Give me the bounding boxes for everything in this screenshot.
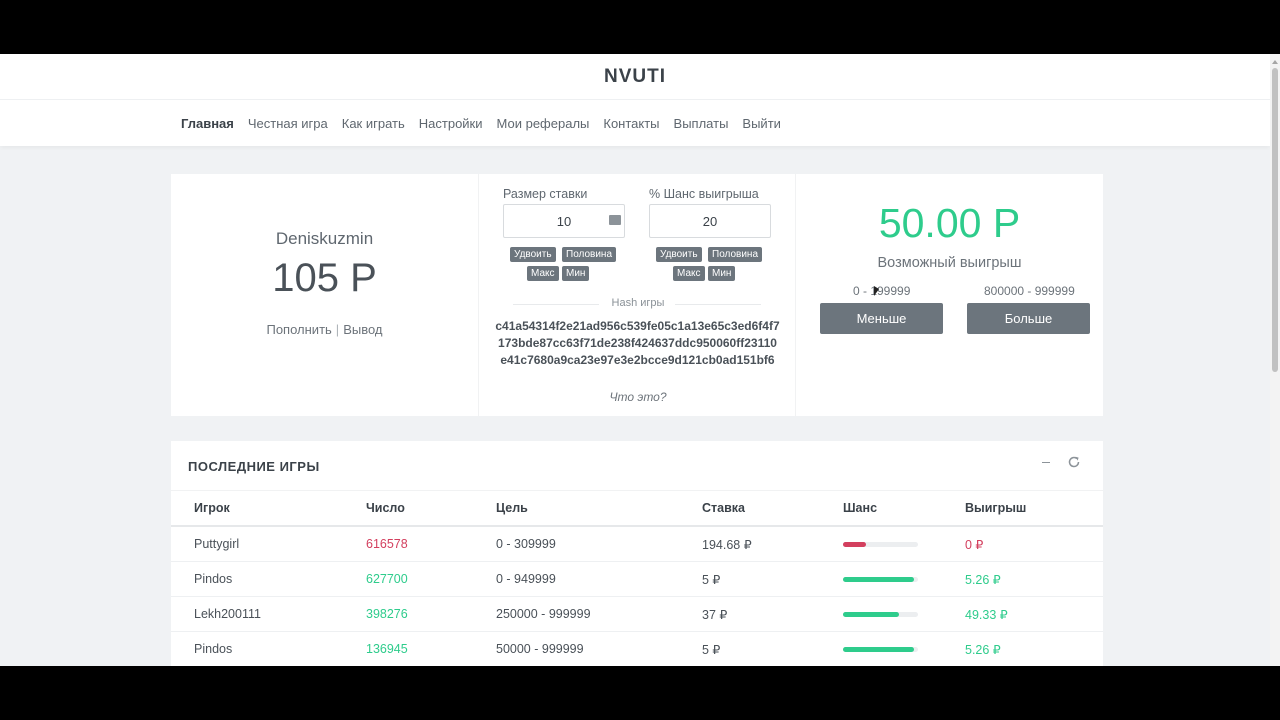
play-column: 50.00 Р Возможный выигрыш 0 - 199999 800… [796, 174, 1103, 416]
table-header: Игрок Число Цель Ставка Шанс Выигрыш [171, 490, 1103, 527]
withdraw-link[interactable]: Вывод [343, 322, 382, 337]
chance-bar-fill [843, 577, 915, 582]
col-win-header: Выигрыш [965, 501, 1027, 515]
link-separator: | [335, 322, 340, 337]
scroll-up-arrow-icon[interactable] [1272, 60, 1278, 64]
goal-cell: 0 - 309999 [496, 537, 556, 551]
range-low: 0 - 199999 [853, 284, 911, 298]
table-row: Lekh200111 398276 250000 - 999999 37 ₽ 49.33… [171, 597, 1103, 632]
col-goal-header: Цель [496, 501, 528, 515]
chance-half-button[interactable]: Половина [708, 247, 763, 262]
win-chance-label: % Шанс выигрыша [649, 187, 759, 201]
table-body: Puttygirl 616578 0 - 309999 194.68 ₽ 0 ₽ Pind… [171, 527, 1103, 666]
goal-cell: 50000 - 999999 [496, 642, 584, 656]
number-cell: 136945 [366, 642, 408, 656]
bet-max-button[interactable]: Макс [527, 266, 559, 281]
col-number-header: Число [366, 501, 405, 515]
table-row: Pindos 627700 0 - 949999 5 ₽ 5.26 ₽ [171, 562, 1103, 597]
chance-bar [843, 577, 918, 582]
hash-value: c41a54314f2e21ad956c539fe05c1a13e65c3ed6… [495, 319, 780, 367]
nav-items: Главная Честная игра Как играть Настройки Мо… [181, 100, 781, 146]
goal-cell: 250000 - 999999 [496, 607, 591, 621]
bet-cell: 37 ₽ [702, 608, 728, 622]
main-nav: Главная Честная игра Как играть Настройки Мо… [0, 100, 1270, 146]
mouse-cursor-icon [874, 286, 879, 296]
win-cell: 5.26 ₽ [965, 643, 1001, 657]
bet-column: Размер ставки % Шанс выигрыша Удвоить По… [478, 174, 796, 416]
refresh-icon[interactable] [1067, 455, 1081, 469]
range-high: 800000 - 999999 [984, 284, 1075, 298]
browser-viewport: NVUTI Главная Честная игра Как играть Настр… [0, 54, 1280, 666]
col-bet-header: Ставка [702, 501, 745, 515]
more-button[interactable]: Больше [967, 303, 1090, 334]
recent-games-table: Игрок Число Цель Ставка Шанс Выигрыш Put… [171, 490, 1103, 666]
scroll-thumb[interactable] [1272, 68, 1278, 372]
recent-games-panel: ПОСЛЕДНИЕ ИГРЫ Игрок Число Цель Ставка Ш… [171, 441, 1103, 666]
number-cell: 398276 [366, 607, 408, 621]
hash-title: Hash игры [611, 297, 665, 309]
col-chance-header: Шанс [843, 501, 878, 515]
game-panel: Deniskuzmin 105 Р Пополнить | Вывод Размер… [171, 174, 1103, 416]
username: Deniskuzmin [275, 229, 374, 248]
wallet-links: Пополнить | Вывод [171, 322, 478, 337]
bet-half-button[interactable]: Половина [562, 247, 617, 262]
chance-double-button[interactable]: Удвоить [656, 247, 702, 262]
hash-help-link[interactable]: Что это? [479, 390, 797, 404]
nav-item[interactable]: Как играть [342, 116, 405, 131]
table-row: Puttygirl 616578 0 - 309999 194.68 ₽ 0 ₽ [171, 527, 1103, 562]
chance-max-button[interactable]: Макс [673, 266, 705, 281]
nav-item[interactable]: Контакты [603, 116, 659, 131]
nav-item[interactable]: Настройки [419, 116, 483, 131]
chance-bar-fill [843, 542, 867, 547]
header-bar: NVUTI [0, 54, 1270, 100]
win-cell: 5.26 ₽ [965, 573, 1001, 587]
win-cell: 49.33 ₽ [965, 608, 1008, 622]
bet-stepper-icon[interactable] [609, 215, 621, 225]
bet-cell: 5 ₽ [702, 643, 721, 657]
bet-min-button[interactable]: Мин [562, 266, 590, 281]
scrollbar[interactable] [1270, 54, 1280, 666]
deposit-link[interactable]: Пополнить [266, 322, 331, 337]
chance-bar [843, 542, 918, 547]
less-button[interactable]: Меньше [820, 303, 943, 334]
balance: 105 Р [272, 256, 377, 300]
bet-cell: 194.68 ₽ [702, 538, 752, 552]
nav-item[interactable]: Главная [181, 116, 234, 131]
col-player-header: Игрок [194, 501, 230, 515]
bet-amount-input[interactable] [503, 204, 625, 238]
chance-min-button[interactable]: Мин [708, 266, 736, 281]
possible-payout: 50.00 Р [878, 200, 1021, 246]
chance-bar [843, 647, 918, 652]
collapse-icon[interactable] [1042, 462, 1050, 463]
possible-payout-label: Возможный выигрыш [877, 255, 1022, 271]
bet-double-button[interactable]: Удвоить [510, 247, 556, 262]
nav-item[interactable]: Честная игра [248, 116, 328, 131]
table-row: Pindos 136945 50000 - 999999 5 ₽ 5.26 ₽ [171, 632, 1103, 666]
chance-bar-fill [843, 612, 900, 617]
number-cell: 616578 [366, 537, 408, 551]
win-chance-input[interactable] [649, 204, 771, 238]
chance-bar-fill [843, 647, 915, 652]
nav-item[interactable]: Выйти [742, 116, 781, 131]
nav-item[interactable]: Выплаты [674, 116, 729, 131]
brand-logo[interactable]: NVUTI [604, 66, 666, 88]
player-cell: Pindos [194, 572, 233, 586]
number-cell: 627700 [366, 572, 408, 586]
account-column: Deniskuzmin 105 Р Пополнить | Вывод [171, 174, 478, 416]
player-cell: Puttygirl [194, 537, 240, 551]
bet-amount-label: Размер ставки [503, 187, 588, 201]
player-cell: Lekh200111 [194, 607, 261, 621]
win-cell: 0 ₽ [965, 538, 984, 552]
nav-item[interactable]: Мои рефералы [497, 116, 590, 131]
player-cell: Pindos [194, 642, 233, 656]
bet-cell: 5 ₽ [702, 573, 721, 587]
chance-bar [843, 612, 918, 617]
recent-games-title: ПОСЛЕДНИЕ ИГРЫ [188, 459, 320, 474]
goal-cell: 0 - 949999 [496, 572, 556, 586]
